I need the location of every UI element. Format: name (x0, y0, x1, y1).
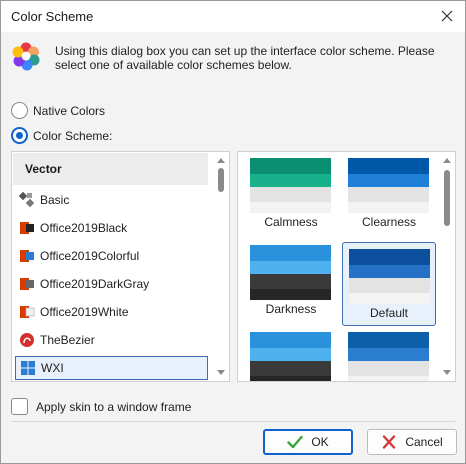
swatch-stripe (348, 174, 429, 187)
color-scheme-gallery[interactable]: Calmness Clearness Darkness Default (237, 151, 456, 382)
swatch-stripe (250, 158, 331, 174)
skin-list[interactable]: Vector Basic Office2019Black Office2019C… (11, 151, 230, 382)
native-colors-label: Native Colors (33, 103, 106, 118)
list-item-office2019colorful[interactable]: Office2019Colorful (15, 244, 208, 268)
bezier-icon (20, 333, 34, 347)
scroll-down-arrow-icon[interactable] (443, 370, 451, 375)
list-item-wxi[interactable]: WXI (15, 356, 208, 380)
swatch-stripe (348, 158, 429, 174)
swatch-stripe (349, 265, 430, 278)
list-item-office2019darkgray[interactable]: Office2019DarkGray (15, 272, 208, 296)
office-colorful-icon (20, 250, 34, 262)
swatch-stripe (250, 289, 331, 300)
color-scheme-radio-circle[interactable] (11, 127, 28, 144)
scheme-label: Darkness (265, 302, 317, 316)
swatch-stripe (348, 361, 429, 376)
native-colors-radio-circle[interactable] (11, 102, 28, 119)
swatch-stripe (250, 376, 331, 381)
scroll-up-arrow-icon[interactable] (443, 158, 451, 163)
scroll-down-arrow-icon[interactable] (217, 370, 225, 375)
scheme-swatch (349, 249, 430, 304)
office-black-icon (20, 222, 34, 234)
scheme-item-5[interactable] (244, 326, 338, 381)
gallery-scrollbar[interactable] (439, 152, 455, 381)
list-item-thebezier[interactable]: TheBezier (15, 328, 208, 352)
basic-skin-icon (19, 192, 35, 208)
ok-label: OK (311, 435, 329, 449)
dialog-title: Color Scheme (11, 9, 94, 24)
scheme-clearness[interactable]: Clearness (342, 152, 436, 236)
color-scheme-label: Color Scheme: (33, 128, 113, 143)
list-item-basic[interactable]: Basic (15, 188, 208, 212)
color-scheme-radio[interactable]: Color Scheme: (11, 127, 112, 144)
cancel-label: Cancel (405, 435, 443, 449)
swatch-stripe (250, 174, 331, 187)
swatch-stripe (250, 187, 331, 202)
scheme-swatch (250, 332, 331, 381)
scroll-thumb[interactable] (218, 168, 224, 192)
list-item-office2019black[interactable]: Office2019Black (15, 216, 208, 240)
scroll-thumb[interactable] (444, 170, 450, 226)
swatch-stripe (250, 245, 331, 261)
skin-group-header: Vector (13, 153, 208, 185)
swatch-stripe (348, 376, 429, 381)
scheme-darkness[interactable]: Darkness (244, 239, 338, 323)
scheme-calmness[interactable]: Calmness (244, 152, 338, 236)
cancel-button[interactable]: Cancel (367, 429, 457, 455)
color-scheme-dialog: Color Scheme Using this dialog box you c… (0, 0, 466, 464)
swatch-stripe (250, 274, 331, 289)
scheme-default[interactable]: Default (342, 242, 436, 326)
swatch-stripe (250, 348, 331, 361)
skin-list-scrollbar[interactable] (213, 152, 229, 381)
swatch-stripe (348, 348, 429, 361)
scroll-up-arrow-icon[interactable] (217, 158, 225, 163)
swatch-stripe (250, 202, 331, 213)
scheme-swatch (348, 158, 429, 213)
scheme-item-6[interactable] (342, 326, 436, 381)
swatch-stripe (348, 187, 429, 202)
swatch-stripe (349, 293, 430, 304)
apply-skin-frame-checkbox[interactable]: Apply skin to a window frame (11, 398, 191, 415)
swatch-stripe (250, 332, 331, 348)
ok-button[interactable]: OK (263, 429, 353, 455)
title-bar: Color Scheme (1, 1, 465, 32)
cancel-x-icon (383, 435, 396, 449)
swatch-stripe (349, 249, 430, 265)
close-icon (441, 10, 453, 22)
footer-divider (11, 421, 455, 422)
scheme-label: Default (369, 306, 409, 320)
office-white-icon (20, 306, 35, 318)
swatch-stripe (348, 202, 429, 213)
scheme-label: Calmness (264, 215, 318, 229)
office-darkgray-icon (20, 278, 34, 290)
native-colors-radio[interactable]: Native Colors (11, 102, 105, 119)
color-palette-icon (12, 42, 40, 71)
list-item-office2019white[interactable]: Office2019White (15, 300, 208, 324)
close-button[interactable] (433, 3, 461, 29)
swatch-stripe (250, 361, 331, 376)
checkmark-icon (287, 435, 304, 449)
scheme-swatch (250, 158, 331, 213)
checkbox-box[interactable] (11, 398, 28, 415)
windows-icon (21, 361, 35, 375)
checkbox-label: Apply skin to a window frame (36, 399, 192, 414)
swatch-stripe (348, 332, 429, 348)
swatch-stripe (250, 261, 331, 274)
swatch-stripe (349, 278, 430, 293)
scheme-swatch (348, 332, 429, 381)
scheme-label: Clearness (361, 215, 417, 229)
description-text: Using this dialog box you can set up the… (55, 44, 435, 72)
scheme-swatch (250, 245, 331, 300)
